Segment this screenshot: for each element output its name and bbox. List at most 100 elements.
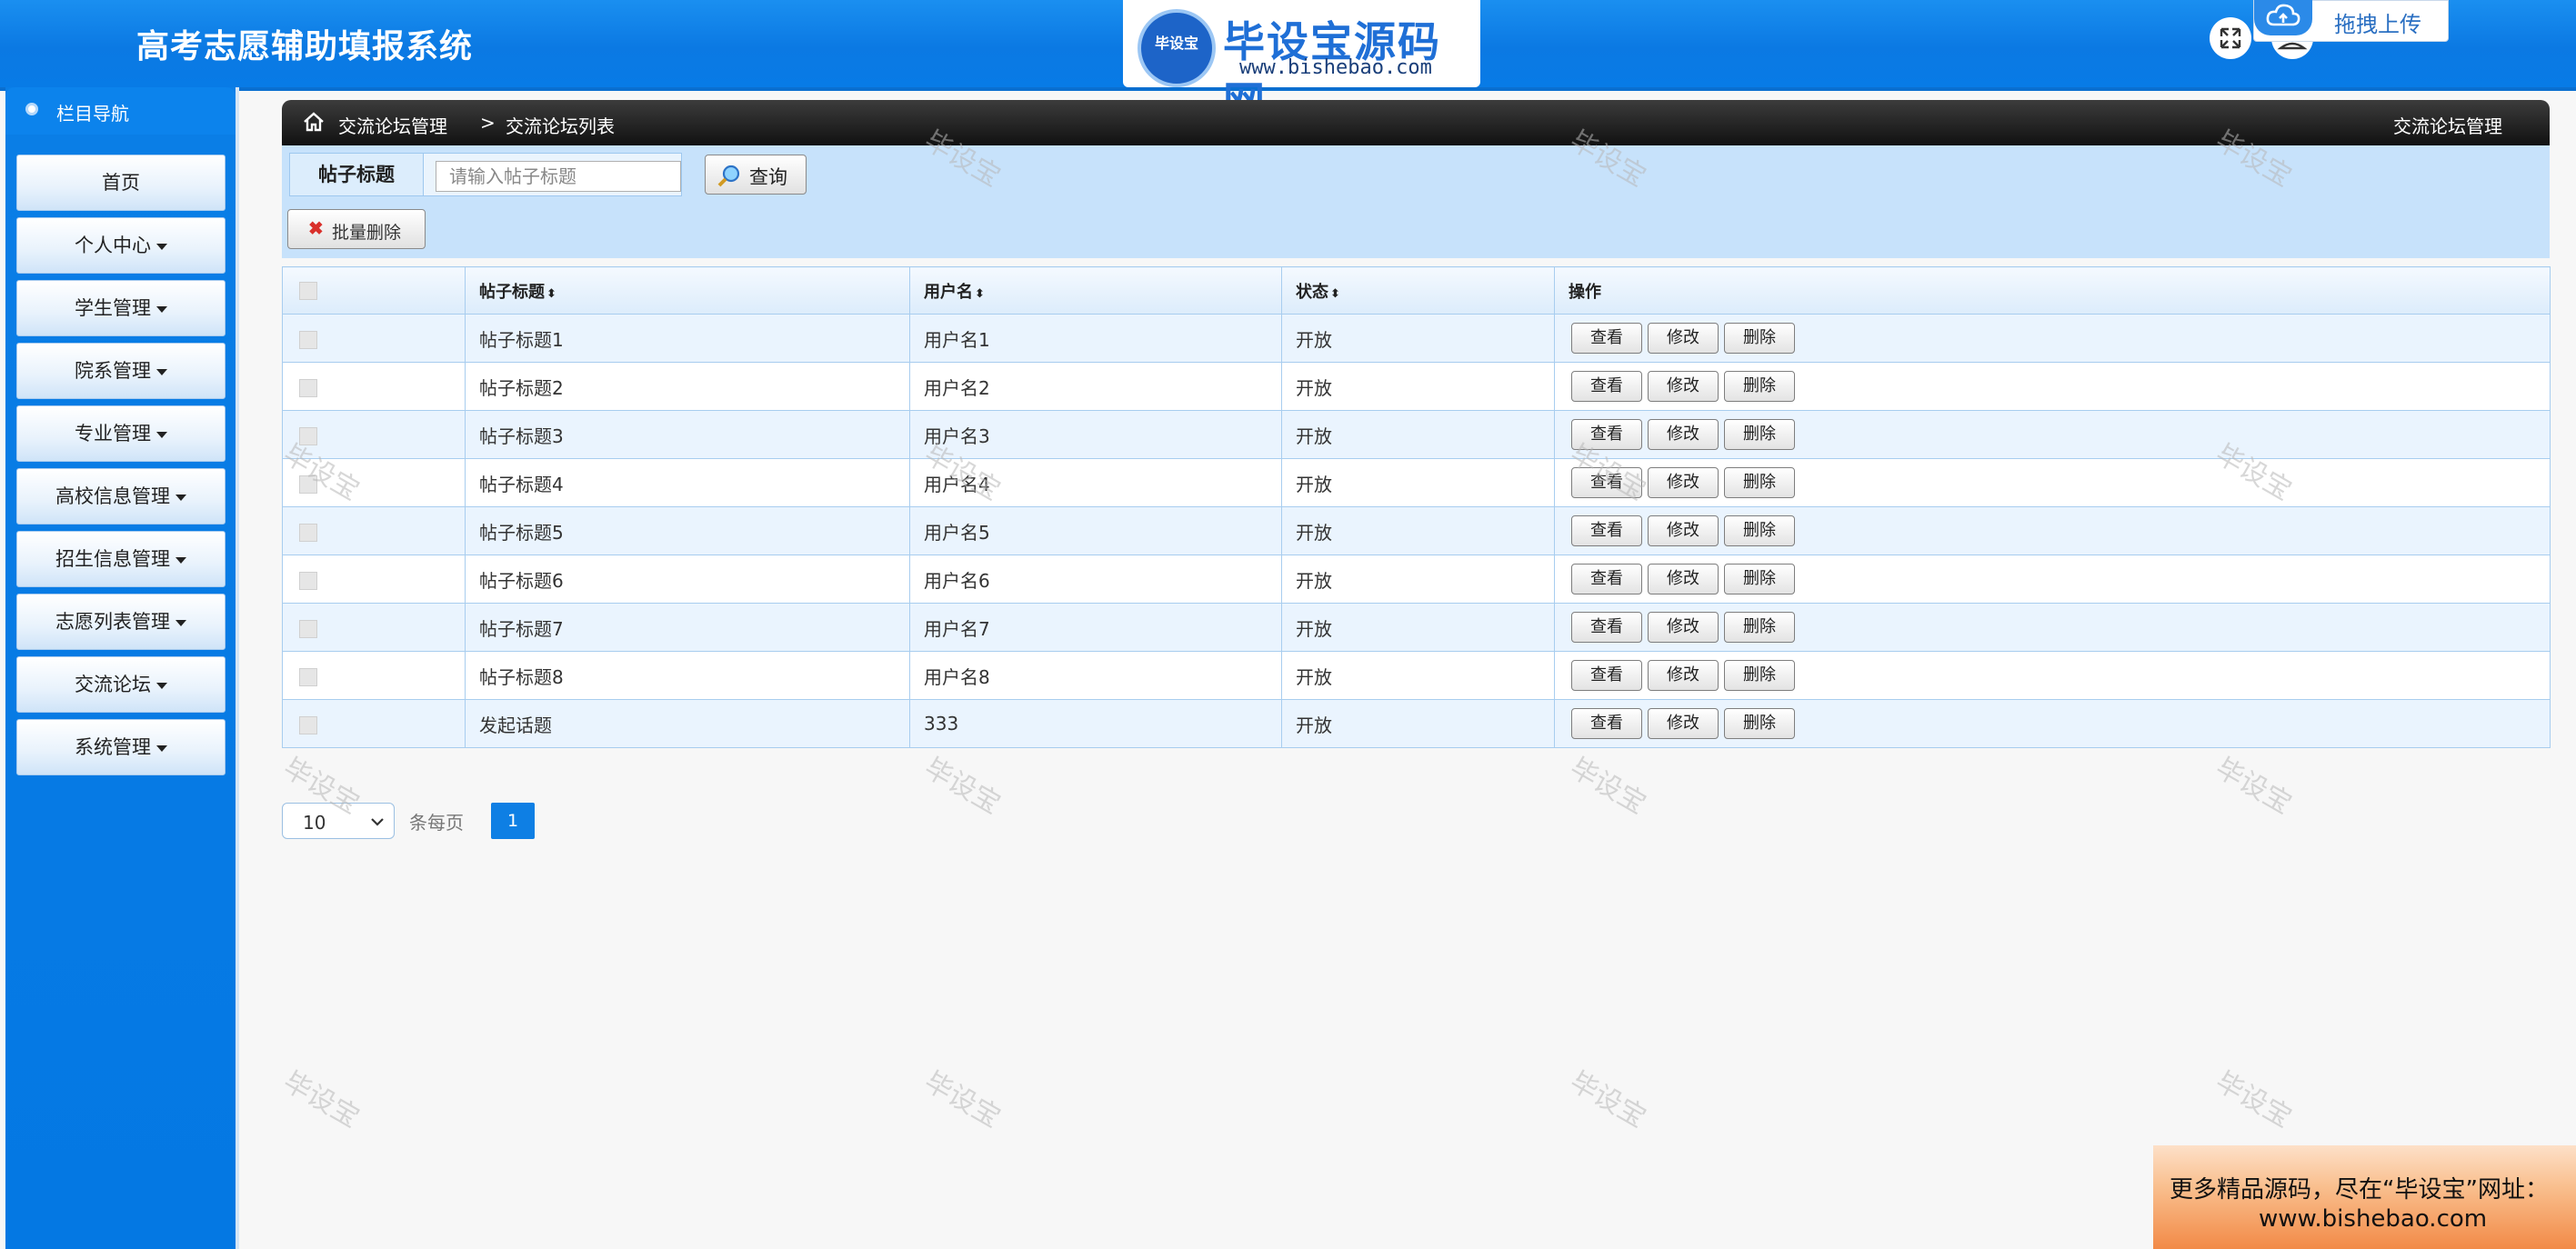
edit-button[interactable]: 修改 bbox=[1648, 564, 1719, 595]
sidebar-item-forum[interactable]: 交流论坛 bbox=[16, 656, 226, 713]
ad-banner[interactable]: 更多精品源码，尽在“毕设宝”网址： www.bishebao.com bbox=[2153, 1145, 2576, 1249]
table-row: 帖子标题6 用户名6 开放 查看 修改 删除 bbox=[282, 555, 2551, 604]
post-title-cell: 帖子标题7 bbox=[465, 603, 910, 652]
delete-button[interactable]: 删除 bbox=[1724, 564, 1795, 595]
row-checkbox[interactable] bbox=[299, 523, 317, 542]
sidebar-item-department-management[interactable]: 院系管理 bbox=[16, 343, 226, 399]
edit-button[interactable]: 修改 bbox=[1648, 612, 1719, 643]
post-title-cell: 帖子标题8 bbox=[465, 651, 910, 700]
edit-button[interactable]: 修改 bbox=[1648, 515, 1719, 546]
sidebar-item-enrollment-info[interactable]: 招生信息管理 bbox=[16, 531, 226, 587]
caret-down-icon bbox=[175, 556, 186, 564]
batch-delete-button[interactable]: ✖ 批量删除 bbox=[287, 209, 426, 249]
page-size-select[interactable]: 10 bbox=[282, 803, 395, 839]
page-section-title: 交流论坛管理 bbox=[2393, 115, 2502, 137]
breadcrumb-module[interactable]: 交流论坛管理 bbox=[338, 112, 447, 138]
row-checkbox[interactable] bbox=[299, 571, 317, 590]
view-button[interactable]: 查看 bbox=[1571, 371, 1642, 402]
delete-button[interactable]: 删除 bbox=[1724, 708, 1795, 739]
search-field-group: 帖子标题 bbox=[289, 153, 682, 196]
table-row: 帖子标题7 用户名7 开放 查看 修改 删除 bbox=[282, 603, 2551, 652]
row-checkbox[interactable] bbox=[299, 475, 317, 494]
sidebar-item-label: 首页 bbox=[102, 172, 140, 194]
per-page-label: 条每页 bbox=[409, 812, 464, 834]
sidebar-item-label: 招生信息管理 bbox=[55, 548, 170, 570]
post-title-cell: 帖子标题6 bbox=[465, 555, 910, 604]
delete-button[interactable]: 删除 bbox=[1724, 660, 1795, 691]
edit-button[interactable]: 修改 bbox=[1648, 323, 1719, 354]
delete-button[interactable]: 删除 bbox=[1724, 612, 1795, 643]
pagination-page-1[interactable]: 1 bbox=[491, 803, 535, 839]
caret-down-icon bbox=[156, 682, 167, 689]
edit-button[interactable]: 修改 bbox=[1648, 467, 1719, 498]
post-title-cell: 帖子标题3 bbox=[465, 410, 910, 459]
view-button[interactable]: 查看 bbox=[1571, 660, 1642, 691]
sort-icon: ⬍ bbox=[546, 286, 556, 301]
table-header-row: 帖子标题 ⬍ 用户名 ⬍ 状态 ⬍ 操作 bbox=[282, 266, 2551, 315]
delete-button[interactable]: 删除 bbox=[1724, 515, 1795, 546]
breadcrumb: 交流论坛管理 > 交流论坛列表 交流论坛管理 bbox=[282, 100, 2550, 145]
sidebar-item-student-management[interactable]: 学生管理 bbox=[16, 280, 226, 336]
row-checkbox[interactable] bbox=[299, 330, 317, 349]
query-button[interactable]: 查询 bbox=[705, 155, 807, 195]
view-button[interactable]: 查看 bbox=[1571, 515, 1642, 546]
view-button[interactable]: 查看 bbox=[1571, 612, 1642, 643]
upload-label: 拖拽上传 bbox=[2334, 12, 2421, 37]
ad-text-line2: www.bishebao.com bbox=[2259, 1205, 2488, 1233]
sidebar-item-label: 专业管理 bbox=[75, 423, 151, 445]
sidebar-item-home[interactable]: 首页 bbox=[16, 155, 226, 211]
batch-delete-label: 批量删除 bbox=[332, 224, 402, 243]
column-header-status[interactable]: 状态 ⬍ bbox=[1281, 266, 1555, 315]
post-title-cell: 帖子标题4 bbox=[465, 458, 910, 507]
view-button[interactable]: 查看 bbox=[1571, 467, 1642, 498]
table-row: 帖子标题1 用户名1 开放 查看 修改 删除 bbox=[282, 314, 2551, 363]
sidebar-item-system-management[interactable]: 系统管理 bbox=[16, 719, 226, 775]
edit-button[interactable]: 修改 bbox=[1648, 660, 1719, 691]
home-icon[interactable] bbox=[302, 110, 326, 134]
sort-icon: ⬍ bbox=[975, 286, 985, 301]
sidebar-item-volunteer-list[interactable]: 志愿列表管理 bbox=[16, 594, 226, 650]
post-title-cell: 帖子标题5 bbox=[465, 506, 910, 555]
drag-upload-area[interactable]: 拖拽上传 bbox=[2253, 0, 2449, 42]
select-all-cell bbox=[282, 266, 466, 315]
caret-down-icon bbox=[156, 305, 167, 313]
edit-button[interactable]: 修改 bbox=[1648, 371, 1719, 402]
delete-button[interactable]: 删除 bbox=[1724, 467, 1795, 498]
view-button[interactable]: 查看 bbox=[1571, 708, 1642, 739]
sidebar-item-major-management[interactable]: 专业管理 bbox=[16, 405, 226, 462]
column-header-username[interactable]: 用户名 ⬍ bbox=[909, 266, 1282, 315]
caret-down-icon bbox=[156, 243, 167, 250]
sidebar-item-university-info[interactable]: 高校信息管理 bbox=[16, 468, 226, 525]
status-cell: 开放 bbox=[1281, 506, 1555, 555]
table-row: 帖子标题5 用户名5 开放 查看 修改 删除 bbox=[282, 506, 2551, 555]
query-label: 查询 bbox=[749, 167, 787, 188]
watermark: 毕设宝 bbox=[1564, 752, 1651, 821]
row-checkbox[interactable] bbox=[299, 619, 317, 638]
edit-button[interactable]: 修改 bbox=[1648, 708, 1719, 739]
watermark: 毕设宝 bbox=[1564, 1065, 1651, 1134]
post-title-cell: 帖子标题1 bbox=[465, 314, 910, 363]
sort-icon: ⬍ bbox=[1330, 286, 1340, 301]
fullscreen-button[interactable] bbox=[2210, 17, 2251, 59]
row-checkbox[interactable] bbox=[299, 715, 317, 734]
status-cell: 开放 bbox=[1281, 699, 1555, 748]
column-header-title[interactable]: 帖子标题 ⬍ bbox=[465, 266, 910, 315]
ad-text-line1: 更多精品源码，尽在“毕设宝”网址： bbox=[2170, 1176, 2549, 1204]
view-button[interactable]: 查看 bbox=[1571, 419, 1642, 450]
select-all-checkbox[interactable] bbox=[299, 282, 317, 300]
delete-button[interactable]: 删除 bbox=[1724, 419, 1795, 450]
row-checkbox[interactable] bbox=[299, 667, 317, 686]
delete-button[interactable]: 删除 bbox=[1724, 371, 1795, 402]
sidebar-item-personal-center[interactable]: 个人中心 bbox=[16, 217, 226, 274]
edit-button[interactable]: 修改 bbox=[1648, 419, 1719, 450]
cloud-upload-icon bbox=[2254, 0, 2312, 35]
row-checkbox[interactable] bbox=[299, 378, 317, 397]
delete-button[interactable]: 删除 bbox=[1724, 323, 1795, 354]
row-checkbox[interactable] bbox=[299, 426, 317, 445]
post-title-search-input[interactable] bbox=[436, 161, 681, 192]
view-button[interactable]: 查看 bbox=[1571, 564, 1642, 595]
table-row: 帖子标题4 用户名4 开放 查看 修改 删除 bbox=[282, 458, 2551, 507]
username-cell: 333 bbox=[909, 699, 1282, 748]
view-button[interactable]: 查看 bbox=[1571, 323, 1642, 354]
sidebar-item-label: 交流论坛 bbox=[75, 674, 151, 695]
